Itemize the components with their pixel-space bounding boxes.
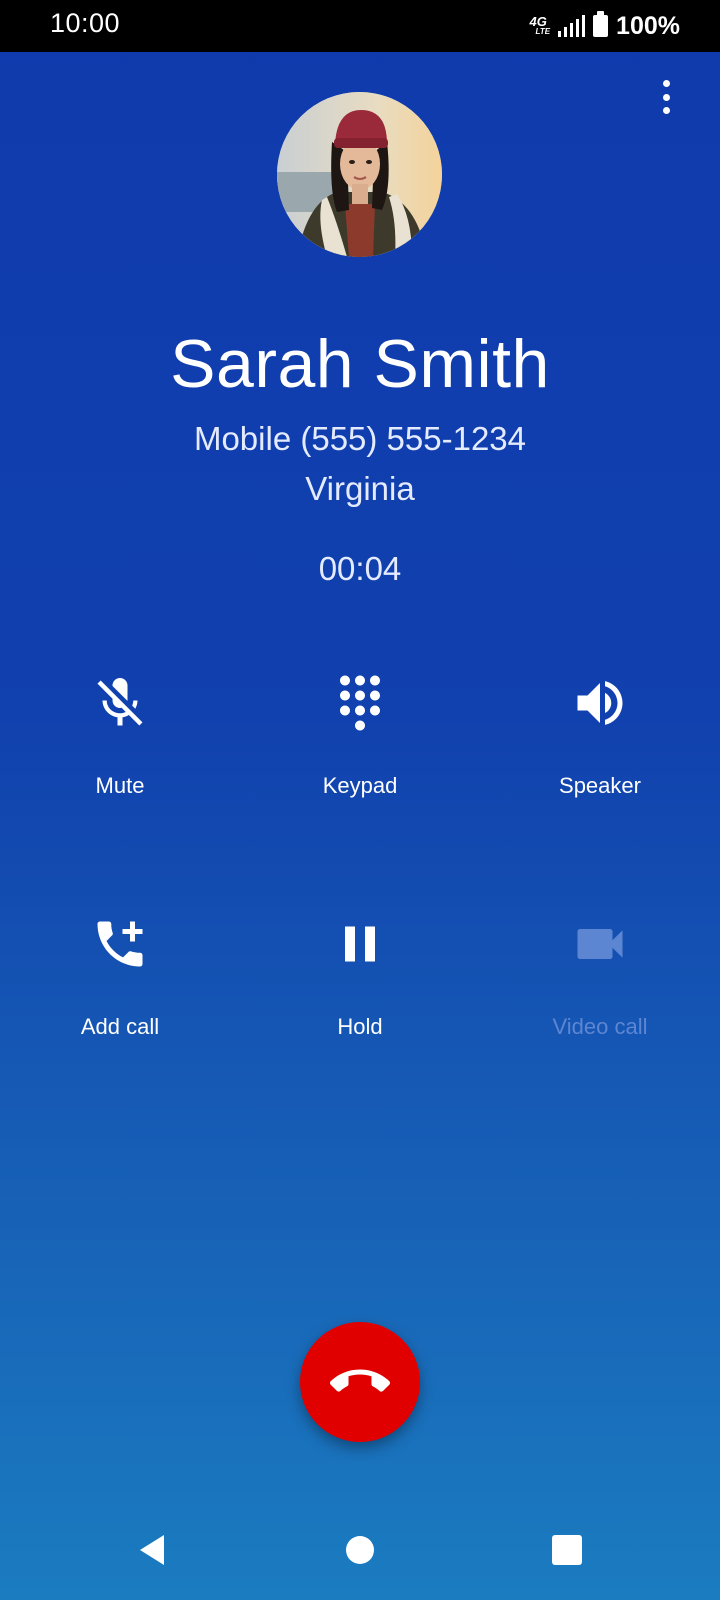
back-icon[interactable] — [128, 1525, 178, 1575]
status-time: 10:00 — [50, 8, 121, 38]
recents-icon[interactable] — [542, 1525, 592, 1575]
signal-icon — [558, 15, 586, 37]
keypad-label: Keypad — [322, 773, 398, 798]
hold-label: Hold — [337, 1014, 383, 1039]
video-call-label: Video call — [552, 1014, 648, 1039]
dialpad-icon — [330, 673, 390, 733]
battery-percent: 100% — [616, 11, 680, 40]
end-call-button[interactable] — [300, 1322, 420, 1442]
home-icon[interactable] — [335, 1525, 385, 1575]
more-options-icon[interactable] — [660, 80, 672, 114]
call-end-icon — [330, 1369, 390, 1392]
mute-button[interactable]: Mute — [20, 673, 220, 833]
call-timer: 00:04 — [318, 550, 402, 587]
network-lte: LTE — [535, 27, 551, 36]
speaker-button[interactable]: Speaker — [500, 673, 700, 833]
caller-name: Sarah Smith — [170, 326, 550, 402]
network-4g: 4G — [529, 14, 547, 29]
status-icons: 4G LTE 100% — [530, 10, 680, 42]
navigation-bar — [0, 1500, 720, 1600]
videocam-icon — [570, 914, 630, 974]
network-type: 4G LTE — [529, 14, 551, 36]
caller-avatar — [277, 92, 442, 257]
mic-off-icon — [90, 673, 150, 733]
status-bar: 10:00 4G LTE 100% — [0, 0, 720, 52]
mute-label: Mute — [95, 773, 145, 798]
keypad-button[interactable]: Keypad — [260, 673, 460, 833]
add-call-icon — [90, 914, 150, 974]
speaker-label: Speaker — [559, 773, 641, 798]
caller-location: Virginia — [305, 470, 415, 507]
add-call-label: Add call — [80, 1014, 160, 1039]
in-call-screen: 10:00 4G LTE 100% Sarah Smith Mobile (55… — [0, 0, 720, 1600]
pause-icon — [330, 914, 390, 974]
add-call-button[interactable]: Add call — [20, 914, 220, 1074]
speaker-icon — [570, 673, 630, 733]
caller-number: Mobile (555) 555-1234 — [193, 420, 527, 457]
hold-button[interactable]: Hold — [260, 914, 460, 1074]
video-call-button: Video call — [500, 914, 700, 1074]
battery-icon — [593, 11, 609, 37]
